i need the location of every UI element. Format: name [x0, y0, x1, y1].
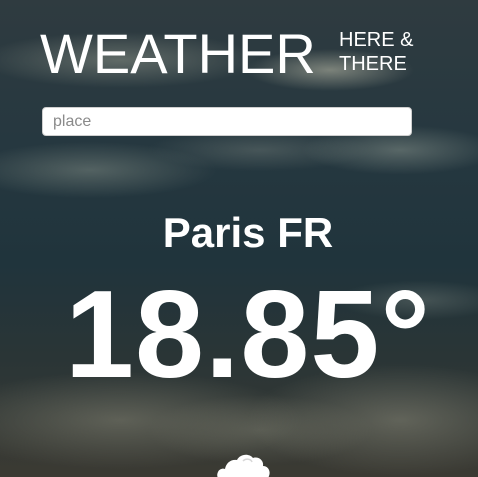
- app-title: WEATHER: [40, 22, 316, 85]
- app-subtitle-line-2: THERE: [339, 53, 407, 75]
- app-subtitle-line-1: HERE &: [339, 29, 414, 51]
- cloud-icon: [217, 454, 270, 477]
- app-header: WEATHER HERE & THERE: [40, 26, 440, 86]
- temperature-value: 18.85°: [65, 266, 431, 404]
- app-subtitle: HERE & THERE: [339, 28, 413, 76]
- location-name: Paris FR: [162, 209, 334, 256]
- place-search-input[interactable]: [42, 107, 412, 136]
